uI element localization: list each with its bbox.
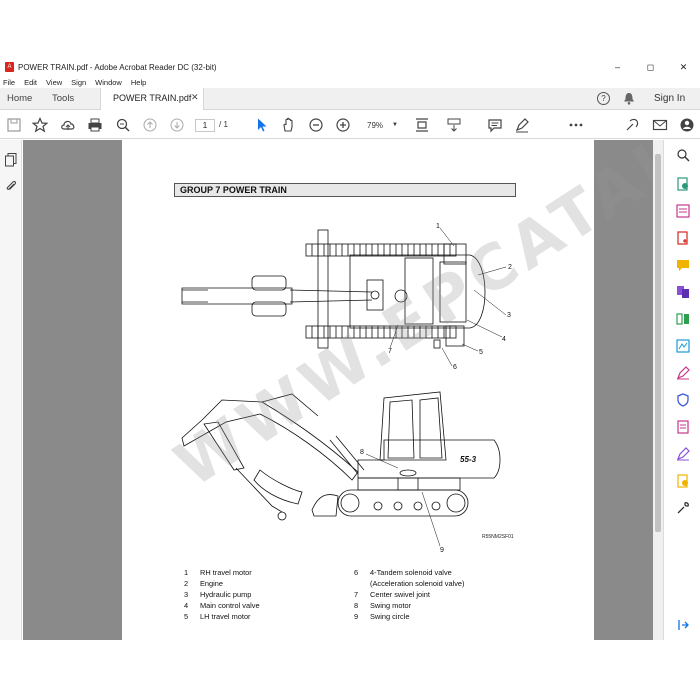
- side-leader-lines: [365, 453, 441, 547]
- select-cursor-icon[interactable]: [254, 117, 270, 133]
- star-icon[interactable]: [31, 117, 49, 133]
- email-icon[interactable]: [652, 117, 668, 133]
- menu-edit[interactable]: Edit: [24, 78, 37, 87]
- callout-1: 1: [436, 223, 440, 230]
- next-page-icon[interactable]: [169, 117, 185, 133]
- menu-help[interactable]: Help: [131, 78, 146, 87]
- top-track-upper: [305, 243, 457, 257]
- tab-document[interactable]: POWER TRAIN.pdf ✕: [100, 88, 204, 110]
- request-signature-icon[interactable]: [676, 447, 690, 461]
- toolbar: 1 / 1 79% ▼: [0, 111, 700, 139]
- acrobat-logo-icon: A: [5, 62, 14, 72]
- upload-cloud-icon[interactable]: [60, 117, 76, 133]
- print-icon[interactable]: [87, 117, 103, 133]
- attachment-paperclip-icon[interactable]: [5, 179, 17, 193]
- highlight-pen-icon[interactable]: [514, 117, 530, 133]
- comment-tool-icon[interactable]: [676, 258, 690, 272]
- fill-sign-icon[interactable]: [676, 366, 690, 380]
- menu-sign[interactable]: Sign: [71, 78, 86, 87]
- menu-view[interactable]: View: [46, 78, 62, 87]
- side-cab-windows: [387, 397, 443, 459]
- create-pdf-icon[interactable]: [676, 231, 690, 245]
- zoom-search-icon[interactable]: [115, 117, 131, 133]
- bell-icon[interactable]: [623, 92, 635, 105]
- page-total: / 1: [219, 120, 228, 129]
- menu-bar: File Edit View Sign Window Help: [0, 76, 155, 88]
- more-options-icon[interactable]: [568, 117, 584, 133]
- page-number-input[interactable]: 1: [195, 119, 215, 132]
- more-tools-wrench-icon[interactable]: [676, 501, 690, 515]
- vertical-scrollbar[interactable]: [653, 140, 663, 640]
- tab-home[interactable]: Home: [7, 93, 32, 104]
- link-pen-icon[interactable]: [624, 117, 640, 133]
- pdf-page: GROUP 7 POWER TRAIN 1 2 3 4 5 6 7 8 9 55…: [122, 140, 653, 640]
- minimize-button[interactable]: –: [601, 58, 634, 76]
- comment-icon[interactable]: [487, 117, 503, 133]
- sign-in-link[interactable]: Sign In: [654, 93, 685, 104]
- callout-6: 6: [453, 364, 457, 371]
- organize-pages-icon[interactable]: [676, 312, 690, 326]
- menu-file[interactable]: File: [3, 78, 15, 87]
- tab-document-label: POWER TRAIN.pdf: [113, 93, 192, 103]
- model-badge: 55-3: [460, 455, 477, 464]
- callout-9: 9: [440, 547, 444, 554]
- zoom-level-select[interactable]: 79% ▼: [362, 119, 400, 132]
- callout-8: 8: [360, 449, 364, 456]
- top-dozer-blade: [317, 229, 329, 349]
- zoom-out-icon[interactable]: [308, 117, 324, 133]
- maximize-button[interactable]: ◻: [634, 58, 667, 76]
- right-tools-rail: [663, 140, 700, 640]
- page-thumbnails-icon[interactable]: [5, 153, 17, 167]
- top-arm: [289, 289, 373, 303]
- acrobat-window: A POWER TRAIN.pdf - Adobe Acrobat Reader…: [0, 58, 700, 640]
- window-title: POWER TRAIN.pdf - Adobe Acrobat Reader D…: [18, 62, 217, 72]
- side-track: [337, 489, 469, 517]
- hand-tool-icon[interactable]: [281, 117, 297, 133]
- page-fit-icon[interactable]: [414, 117, 430, 133]
- scrollbar-thumb[interactable]: [655, 154, 661, 532]
- side-swivel-joint: [397, 478, 419, 491]
- search-zoom-icon[interactable]: [676, 148, 690, 162]
- protect-shield-icon[interactable]: [676, 393, 690, 407]
- side-upper-body: [357, 439, 501, 479]
- prev-page-icon[interactable]: [142, 117, 158, 133]
- document-viewport[interactable]: GROUP 7 POWER TRAIN 1 2 3 4 5 6 7 8 9 55…: [23, 140, 653, 640]
- tab-tools[interactable]: Tools: [52, 93, 74, 104]
- collapse-panel-icon[interactable]: [676, 618, 690, 632]
- side-bucket: [253, 469, 303, 505]
- export-pdf-icon[interactable]: [676, 177, 690, 191]
- figure-code: R55NM2SF01: [482, 534, 514, 540]
- close-tab-icon[interactable]: ✕: [191, 92, 199, 103]
- close-button[interactable]: ✕: [667, 58, 700, 76]
- callout-3: 3: [507, 312, 511, 319]
- left-navigation-rail: [0, 140, 22, 640]
- callout-5: 5: [479, 349, 483, 356]
- side-boom-cylinder: [329, 435, 365, 475]
- callout-4: 4: [502, 336, 506, 343]
- combine-files-icon[interactable]: [676, 285, 690, 299]
- title-bar: A POWER TRAIN.pdf - Adobe Acrobat Reader…: [0, 58, 700, 76]
- send-for-review-icon[interactable]: [676, 474, 690, 488]
- prepare-form-icon[interactable]: [676, 420, 690, 434]
- side-swing-circle: [357, 477, 461, 491]
- save-icon[interactable]: [6, 117, 22, 133]
- help-icon[interactable]: ?: [597, 92, 610, 105]
- chevron-down-icon: ▼: [392, 122, 398, 128]
- window-controls: – ◻ ✕: [601, 58, 700, 76]
- menu-window[interactable]: Window: [95, 78, 122, 87]
- zoom-in-icon[interactable]: [335, 117, 351, 133]
- tab-bar: Home Tools POWER TRAIN.pdf ✕ ? Sign In: [0, 88, 700, 110]
- side-dozer-blade: [311, 494, 339, 517]
- zoom-level-value: 79%: [367, 121, 384, 130]
- scroll-mode-icon[interactable]: [446, 117, 462, 133]
- share-user-icon[interactable]: [679, 117, 695, 133]
- edit-pdf-icon[interactable]: [676, 204, 690, 218]
- scan-ocr-icon[interactable]: [676, 339, 690, 353]
